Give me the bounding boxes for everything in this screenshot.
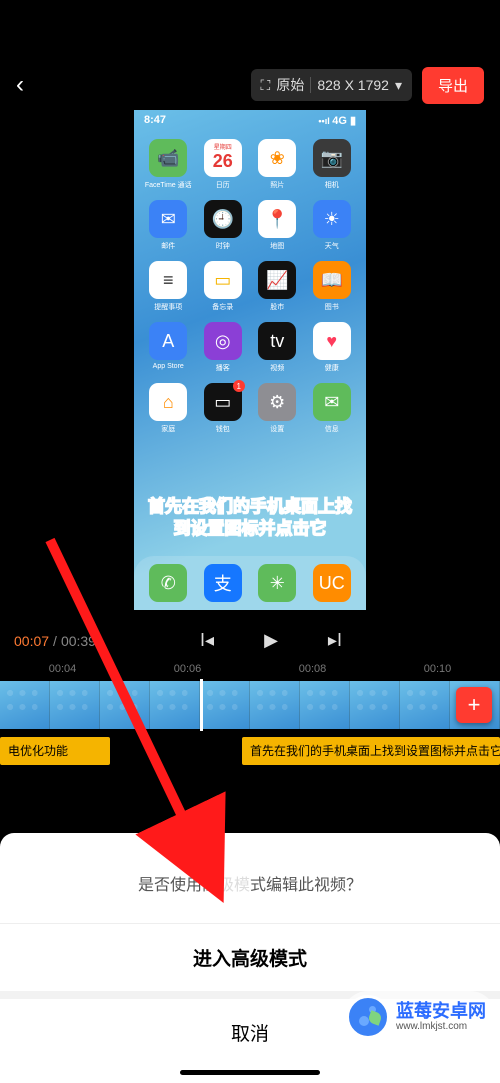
video-preview[interactable]: 8:47 ••ıl 4G ▮ 📹FaceTime 通话星期四26日历❀照片📷相机…	[0, 110, 500, 620]
watermark-url: www.lmkjst.com	[396, 1021, 486, 1032]
expand-icon: ⛶	[261, 77, 271, 94]
app-icon: 🕘时钟	[199, 200, 248, 251]
app-icon: ▭备忘录	[199, 261, 248, 312]
app-icon: 📈股市	[253, 261, 302, 312]
app-icon: UC	[308, 564, 357, 602]
app-icon: ⌂家庭	[144, 383, 193, 434]
app-icon: AApp Store	[144, 322, 193, 373]
resolution-label: 828 X 1792	[317, 77, 389, 93]
phone-time: 8:47	[144, 114, 166, 127]
subtitle-clip[interactable]: 首先在我们的手机桌面上找到设置图标并点击它	[242, 737, 500, 765]
playhead[interactable]	[200, 679, 203, 731]
subtitle-clip[interactable]: 电优化功能	[0, 737, 110, 765]
chevron-down-icon: ▾	[395, 77, 402, 94]
app-icon: 📍地图	[253, 200, 302, 251]
time-ruler: 00:04 00:06 00:08 00:10	[0, 661, 500, 681]
app-icon: ⚙设置	[253, 383, 302, 434]
app-icon: 星期四26日历	[199, 139, 248, 190]
app-icon: ✉信息	[308, 383, 357, 434]
prev-button[interactable]: I◂	[200, 630, 214, 651]
app-icon: 支	[199, 564, 248, 602]
sheet-prompt: 是否使用高级模式编辑此视频？	[0, 853, 500, 923]
aspect-ratio-button[interactable]: ⛶ 原始 828 X 1792 ▾	[251, 69, 412, 101]
phone-signal: ••ıl 4G ▮	[318, 114, 356, 127]
app-icon: ▭1钱包	[199, 383, 248, 434]
app-icon: 📖图书	[308, 261, 357, 312]
app-icon: ✉︎邮件	[144, 200, 193, 251]
home-indicator[interactable]	[180, 1070, 320, 1075]
enter-advanced-mode-button[interactable]: 进入高级模式	[0, 923, 500, 991]
time-separator: /	[53, 633, 57, 649]
timeline-track[interactable]	[0, 681, 500, 729]
app-icon: ☀︎天气	[308, 200, 357, 251]
watermark-logo	[346, 995, 390, 1039]
action-sheet: 是否使用高级模式编辑此视频？ 进入高级模式 取消	[0, 833, 500, 1083]
watermark: 蓝莓安卓网 www.lmkjst.com	[342, 991, 496, 1043]
app-icon: ✆	[144, 564, 193, 602]
total-time: 00:39	[61, 633, 96, 649]
export-button[interactable]: 导出	[422, 67, 484, 104]
back-button[interactable]: ‹	[16, 71, 46, 99]
app-icon: ≡提醒事项	[144, 261, 193, 312]
ratio-label: 原始	[276, 75, 304, 95]
app-icon: ◎播客	[199, 322, 248, 373]
app-icon: ♥健康	[308, 322, 357, 373]
app-icon: ❀照片	[253, 139, 302, 190]
app-icon: tv视频	[253, 322, 302, 373]
app-icon: ✳	[253, 564, 302, 602]
add-clip-button[interactable]: +	[456, 687, 492, 723]
video-caption: 首先在我们的手机桌面上找到设置图标并点击它	[134, 496, 366, 540]
app-icon: 📷相机	[308, 139, 357, 190]
play-button[interactable]: ▶	[264, 630, 278, 651]
watermark-title: 蓝莓安卓网	[396, 1002, 486, 1022]
next-button[interactable]: ▸I	[328, 630, 342, 651]
app-icon: 📹FaceTime 通话	[144, 139, 193, 190]
current-time: 00:07	[14, 633, 49, 649]
